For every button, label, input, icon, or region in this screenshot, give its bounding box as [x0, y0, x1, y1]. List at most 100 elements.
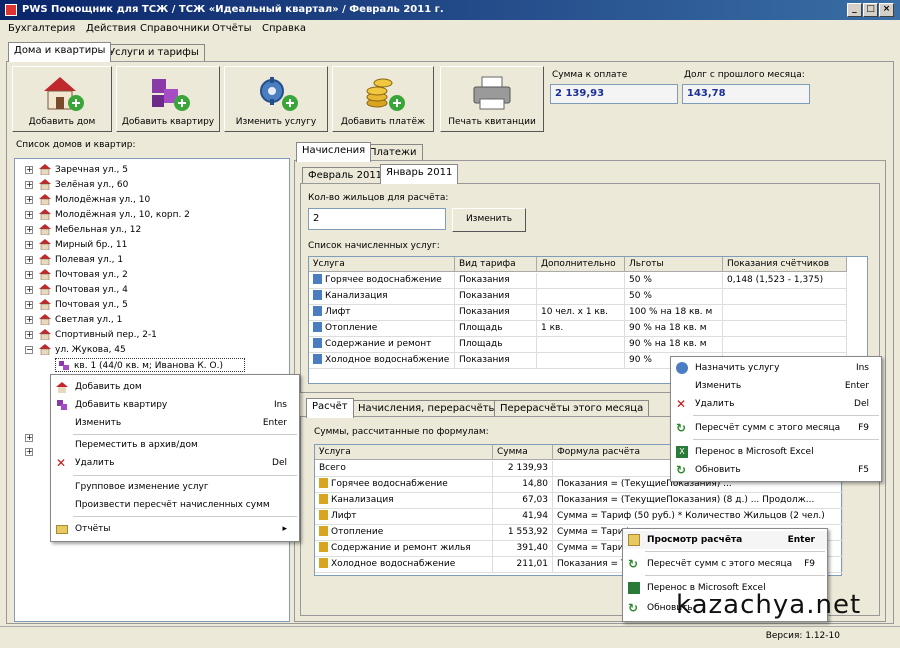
add-house-button[interactable]: Добавить дом: [12, 66, 112, 132]
column-header[interactable]: Вид тарифа: [455, 257, 537, 272]
table-cell: Канализация: [315, 493, 493, 509]
tree-node[interactable]: +: [15, 445, 35, 459]
view-icon: [628, 534, 640, 546]
table-cell: Площадь: [455, 337, 537, 353]
tab-month-jan-2011[interactable]: Январь 2011: [380, 164, 459, 184]
expand-toggle[interactable]: +: [25, 271, 33, 279]
close-button[interactable]: ×: [879, 3, 894, 17]
menu-delete[interactable]: ✕ Удалить Del: [51, 454, 299, 472]
menu-edit[interactable]: Изменить Enter: [671, 377, 881, 395]
menu-assign-service[interactable]: Назначить услугу Ins: [671, 359, 881, 377]
expand-toggle[interactable]: +: [25, 226, 33, 234]
menu-recalc-from-month[interactable]: ↻ Пересчёт сумм с этого месяца F9: [671, 419, 881, 437]
tree-node[interactable]: + Светлая ул., 1: [15, 313, 285, 327]
tree-node[interactable]: + Почтовая ул., 4: [15, 283, 285, 297]
add-apartment-button[interactable]: Добавить квартиру: [116, 66, 220, 132]
residents-field[interactable]: 2: [308, 208, 446, 230]
menu-item-reports[interactable]: Отчёты: [212, 23, 251, 34]
house-icon: [39, 179, 51, 190]
tab-calc[interactable]: Расчёт: [306, 398, 354, 418]
minimize-button[interactable]: _: [847, 3, 862, 17]
expand-toggle[interactable]: +: [25, 448, 33, 456]
expand-toggle[interactable]: +: [25, 256, 33, 264]
tree-node[interactable]: + Молодёжная ул., 10, корп. 2: [15, 208, 285, 222]
cell-text: Холодное водоснабжение: [325, 355, 450, 365]
tree-node[interactable]: + Молодёжная ул., 10: [15, 193, 285, 207]
tab-houses-apartments[interactable]: Дома и квартиры: [8, 42, 112, 62]
tree-node[interactable]: + Почтовая ул., 2: [15, 268, 285, 282]
expand-toggle[interactable]: +: [25, 286, 33, 294]
table-cell: 1 кв.: [537, 321, 625, 337]
maximize-button[interactable]: □: [863, 3, 878, 17]
table-cell: [723, 289, 847, 305]
sum-to-pay-label: Сумма к оплате: [552, 70, 628, 80]
expand-toggle[interactable]: +: [25, 316, 33, 324]
expand-toggle[interactable]: +: [25, 241, 33, 249]
tree-node[interactable]: + Почтовая ул., 5: [15, 298, 285, 312]
cell-text: Всего: [319, 463, 346, 473]
collapse-toggle[interactable]: −: [25, 346, 33, 354]
cell-text: 67,03: [522, 495, 548, 505]
menu-item-label: Отчёты: [75, 524, 111, 534]
change-residents-button[interactable]: Изменить: [452, 208, 526, 232]
column-header[interactable]: Услуга: [309, 257, 455, 272]
edit-service-button[interactable]: Изменить услугу: [224, 66, 328, 132]
tree-node[interactable]: +: [15, 431, 35, 445]
menu-add-apartment[interactable]: Добавить квартиру Ins: [51, 396, 299, 414]
table-cell: Показания: [455, 305, 537, 321]
expand-toggle[interactable]: +: [25, 301, 33, 309]
menu-reports[interactable]: Отчёты ▸: [51, 520, 299, 538]
menu-item-accounting[interactable]: Бухгалтерия: [8, 23, 75, 34]
tree-label: Список домов и квартир:: [16, 140, 136, 150]
menu-item-label: Добавить дом: [75, 382, 142, 392]
tree-node-label: Заречная ул., 5: [55, 165, 128, 175]
tree-node[interactable]: + Мебельная ул., 12: [15, 223, 285, 237]
menu-item-shortcut: Enter: [262, 418, 287, 428]
column-header[interactable]: Дополнительно: [537, 257, 625, 272]
expand-toggle[interactable]: +: [25, 196, 33, 204]
expand-toggle[interactable]: +: [25, 211, 33, 219]
table-cell: Показания: [455, 353, 537, 369]
menu-recalc-sums[interactable]: Произвести пересчёт начисленных сумм: [51, 496, 299, 514]
menu-edit[interactable]: Изменить Enter: [51, 414, 299, 432]
menu-item-references[interactable]: Справочники: [140, 23, 210, 34]
column-header[interactable]: Услуга: [315, 445, 493, 460]
menu-item-actions[interactable]: Действия: [86, 23, 136, 34]
menu-delete[interactable]: ✕ Удалить Del: [671, 395, 881, 413]
menu-add-house[interactable]: Добавить дом: [51, 378, 299, 396]
column-header[interactable]: Льготы: [625, 257, 723, 272]
tree-node[interactable]: + Полевая ул., 1: [15, 253, 285, 267]
menu-recalc-from-month[interactable]: ↻ Пересчёт сумм с этого месяца F9: [623, 555, 827, 573]
table-cell: Канализация: [309, 289, 455, 305]
expand-toggle[interactable]: +: [25, 331, 33, 339]
expand-toggle[interactable]: +: [25, 166, 33, 174]
tab-services-tariffs[interactable]: Услуги и тарифы: [103, 44, 205, 62]
menu-group-edit-services[interactable]: Групповое изменение услуг: [51, 478, 299, 496]
column-header[interactable]: Показания счётчиков: [723, 257, 847, 272]
tree-node-expanded[interactable]: − ул. Жукова, 45: [15, 343, 285, 357]
tree-node[interactable]: + Спортивный пер., 2-1: [15, 328, 285, 342]
menu-move-to-archive[interactable]: Переместить в архив/дом: [51, 436, 299, 454]
expand-toggle[interactable]: +: [25, 181, 33, 189]
tree-node-apartment-selected[interactable]: кв. 1 (44/0 кв. м; Иванова К. О.): [55, 358, 245, 372]
house-icon: [39, 164, 51, 175]
menu-view-calc[interactable]: Просмотр расчёта Enter: [623, 531, 827, 549]
table-cell: Содержание и ремонт: [309, 337, 455, 353]
cell-text: 391,40: [516, 543, 549, 553]
add-house-icon: [44, 77, 84, 111]
menu-export-excel[interactable]: X Перенос в Microsoft Excel: [671, 443, 881, 461]
tree-node[interactable]: + Заречная ул., 5: [15, 163, 285, 177]
column-header[interactable]: Сумма: [493, 445, 553, 460]
tree-context-menu: Добавить дом Добавить квартиру Ins Измен…: [50, 374, 300, 542]
menu-refresh[interactable]: ↻ Обновить F5: [671, 461, 881, 479]
tree-node[interactable]: + Зелёная ул., 60: [15, 178, 285, 192]
house-icon: [39, 194, 51, 205]
tab-accruals[interactable]: Начисления: [296, 142, 372, 162]
expand-toggle[interactable]: +: [25, 434, 33, 442]
menu-item-label: Просмотр расчёта: [647, 535, 743, 545]
table-cell: Отопление: [309, 321, 455, 337]
add-payment-button[interactable]: Добавить платёж: [332, 66, 434, 132]
menu-item-help[interactable]: Справка: [262, 23, 306, 34]
tree-node[interactable]: + Мирный бр., 11: [15, 238, 285, 252]
print-receipt-button[interactable]: Печать квитанции: [440, 66, 544, 132]
